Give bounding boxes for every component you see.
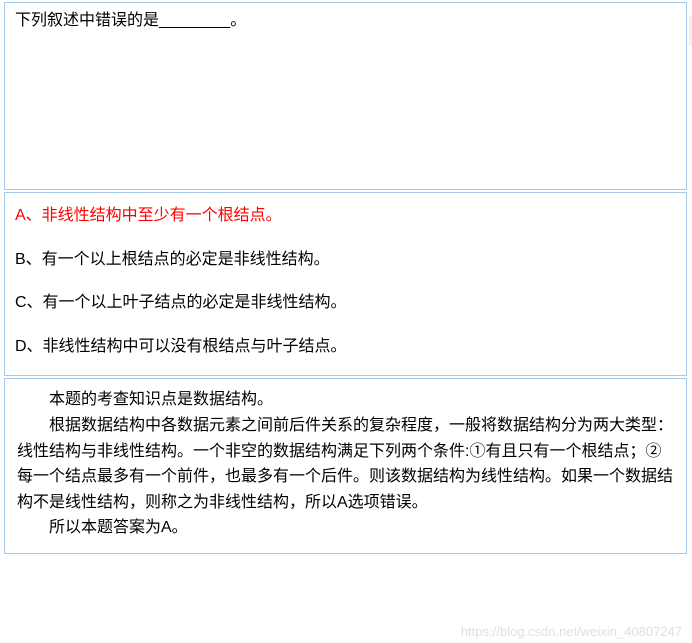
option-c: C、有一个以上叶子结点的必定是非线性结构。 bbox=[15, 290, 676, 316]
stem-suffix: 。 bbox=[230, 12, 246, 29]
watermark-text: https://blog.csdn.net/weixin_40807247 bbox=[461, 624, 682, 639]
options-box: A、非线性结构中至少有一个根结点。 B、有一个以上根结点的必定是非线性结构。 C… bbox=[4, 192, 687, 376]
blank: ________ bbox=[159, 12, 230, 29]
stem-prefix: 下列叙述中错误的是 bbox=[15, 12, 159, 29]
explanation-text: 本题的考查知识点是数据结构。 根据数据结构中各数据元素之间前后件关系的复杂程度，… bbox=[17, 387, 674, 541]
question-box: 下列叙述中错误的是________。 bbox=[4, 2, 687, 190]
explanation-box: 本题的考查知识点是数据结构。 根据数据结构中各数据元素之间前后件关系的复杂程度，… bbox=[4, 378, 687, 554]
explanation-intro: 本题的考查知识点是数据结构。 bbox=[17, 387, 674, 413]
option-a: A、非线性结构中至少有一个根结点。 bbox=[15, 203, 676, 229]
option-b: B、有一个以上根结点的必定是非线性结构。 bbox=[15, 247, 676, 273]
explanation-conclusion: 所以本题答案为A。 bbox=[17, 515, 674, 541]
question-stem: 下列叙述中错误的是________。 bbox=[15, 9, 676, 33]
option-d: D、非线性结构中可以没有根结点与叶子结点。 bbox=[15, 334, 676, 360]
explanation-body: 根据数据结构中各数据元素之间前后件关系的复杂程度，一般将数据结构分为两大类型：线… bbox=[17, 413, 674, 515]
